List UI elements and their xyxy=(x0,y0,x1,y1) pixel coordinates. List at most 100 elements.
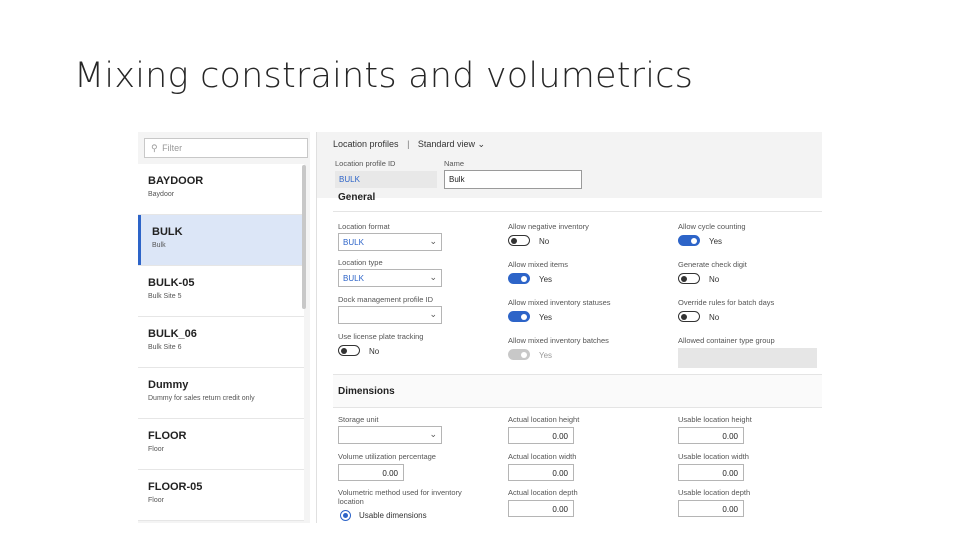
toggle-state: Yes xyxy=(539,351,553,360)
dock-management-field: Dock management profile ID ⌄ xyxy=(338,295,442,324)
dock-management-select[interactable]: ⌄ xyxy=(338,306,442,324)
list-item-dummy[interactable]: Dummy Dummy for sales return credit only xyxy=(138,368,304,419)
usable-width-field: Usable location width 0.00 xyxy=(678,452,749,481)
field-label: Location format xyxy=(338,222,390,231)
actual-width-field: Actual location width 0.00 xyxy=(508,452,576,481)
field-label: Storage unit xyxy=(338,415,379,424)
field-label: Usable location width xyxy=(678,452,749,461)
section-dimensions-title[interactable]: Dimensions xyxy=(338,386,395,397)
record-name: Bulk Site 6 xyxy=(148,344,182,351)
breadcrumb-page[interactable]: Location profiles xyxy=(333,139,399,149)
allow-mixed-batches-toggle[interactable] xyxy=(508,349,530,360)
record-list-pane: ⚲ Filter BAYDOOR Baydoor BULK Bulk BULK-… xyxy=(138,132,310,523)
license-plate-field: Use license plate tracking No xyxy=(338,332,498,357)
actual-width-input[interactable]: 0.00 xyxy=(508,464,574,481)
storage-unit-select[interactable]: ⌄ xyxy=(338,426,442,444)
record-name: Floor xyxy=(148,497,164,504)
allow-mixed-statuses-field: Allow mixed inventory statuses Yes xyxy=(508,298,668,323)
field-label: Actual location height xyxy=(508,415,580,424)
generate-check-digit-toggle[interactable] xyxy=(678,273,700,284)
record-name: Dummy for sales return credit only xyxy=(148,395,255,402)
actual-depth-input[interactable]: 0.00 xyxy=(508,500,574,517)
allowed-container-group-field: Allowed container type group xyxy=(678,336,820,368)
toggle-state: No xyxy=(369,347,380,356)
allow-negative-field: Allow negative inventory No xyxy=(508,222,668,247)
record-name: Bulk xyxy=(152,242,166,249)
field-label: Actual location width xyxy=(508,452,577,461)
toggle-knob xyxy=(521,351,527,358)
actual-height-field: Actual location height 0.00 xyxy=(508,415,579,444)
view-selector[interactable]: Standard view ⌄ xyxy=(418,139,485,149)
toggle-knob xyxy=(521,313,527,320)
select-value: BULK xyxy=(343,238,364,247)
select-value: BULK xyxy=(343,274,364,283)
chevron-down-icon: ⌄ xyxy=(429,429,437,439)
record-id: BULK_06 xyxy=(148,328,197,340)
volume-utilization-input[interactable]: 0.00 xyxy=(338,464,404,481)
chevron-down-icon: ⌄ xyxy=(429,309,437,319)
record-name: Bulk Site 5 xyxy=(148,293,182,300)
toggle-knob xyxy=(341,347,347,354)
field-label: Override rules for batch days xyxy=(678,298,775,307)
record-id: BULK-05 xyxy=(148,277,195,289)
allow-cycle-counting-field: Allow cycle counting Yes xyxy=(678,222,818,247)
section-dimensions-header[interactable] xyxy=(333,374,822,408)
actual-height-input[interactable]: 0.00 xyxy=(508,427,574,444)
allow-cycle-counting-toggle[interactable] xyxy=(678,235,700,246)
toggle-state: No xyxy=(709,275,720,284)
field-label: Actual location depth xyxy=(508,488,578,497)
record-id: BAYDOOR xyxy=(148,175,204,187)
storage-unit-field: Storage unit ⌄ xyxy=(338,415,442,444)
usable-dimensions-radio[interactable] xyxy=(340,510,351,521)
profile-id-field[interactable]: BULK xyxy=(335,171,437,188)
search-icon: ⚲ xyxy=(151,143,158,153)
toggle-knob xyxy=(511,237,517,244)
record-id: Dummy xyxy=(148,379,189,391)
name-field[interactable]: Bulk xyxy=(444,170,582,189)
list-item-bulk-05[interactable]: BULK-05 Bulk Site 5 xyxy=(138,266,304,317)
license-plate-toggle[interactable] xyxy=(338,345,360,356)
profile-id-label: Location profile ID xyxy=(335,159,396,168)
breadcrumb: Location profiles | Standard view ⌄ xyxy=(333,139,485,150)
section-general-title[interactable]: General xyxy=(338,192,375,203)
chevron-down-icon: ⌄ xyxy=(429,236,437,246)
allow-mixed-statuses-toggle[interactable] xyxy=(508,311,530,322)
list-item-floor-05[interactable]: FLOOR-05 Floor xyxy=(138,470,304,521)
toggle-knob xyxy=(681,313,687,320)
record-id: FLOOR xyxy=(148,430,187,442)
usable-height-input[interactable]: 0.00 xyxy=(678,427,744,444)
usable-depth-field: Usable location depth 0.00 xyxy=(678,488,750,517)
record-list: BAYDOOR Baydoor BULK Bulk BULK-05 Bulk S… xyxy=(138,164,304,521)
override-batch-days-field: Override rules for batch days No xyxy=(678,298,818,323)
toggle-state: No xyxy=(709,313,720,322)
filter-input[interactable]: ⚲ Filter xyxy=(144,138,308,158)
location-type-select[interactable]: BULK ⌄ xyxy=(338,269,442,287)
allow-mixed-items-toggle[interactable] xyxy=(508,273,530,284)
field-label: Allow mixed inventory statuses xyxy=(508,298,611,307)
usable-depth-input[interactable]: 0.00 xyxy=(678,500,744,517)
list-item-bulk-06[interactable]: BULK_06 Bulk Site 6 xyxy=(138,317,304,368)
list-item-floor[interactable]: FLOOR Floor xyxy=(138,419,304,470)
list-item-baydoor[interactable]: BAYDOOR Baydoor xyxy=(138,164,304,215)
allowed-container-group-input[interactable] xyxy=(678,348,817,368)
volumetric-method-field: Volumetric method used for inventory loc… xyxy=(338,488,488,522)
generate-check-digit-field: Generate check digit No xyxy=(678,260,818,285)
allow-negative-toggle[interactable] xyxy=(508,235,530,246)
slide-title: Mixing constraints and volumetrics xyxy=(74,56,694,96)
override-batch-days-toggle[interactable] xyxy=(678,311,700,322)
usable-width-input[interactable]: 0.00 xyxy=(678,464,744,481)
breadcrumb-separator: | xyxy=(407,139,410,149)
location-type-field: Location type BULK ⌄ xyxy=(338,258,442,287)
radio-label: Usable dimensions xyxy=(359,511,427,520)
location-format-field: Location format BULK ⌄ xyxy=(338,222,442,251)
location-format-select[interactable]: BULK ⌄ xyxy=(338,233,442,251)
toggle-state: Yes xyxy=(539,275,553,284)
usable-height-field: Usable location height 0.00 xyxy=(678,415,752,444)
field-label: Allow mixed inventory batches xyxy=(508,336,609,345)
allow-mixed-items-field: Allow mixed items Yes xyxy=(508,260,668,285)
list-item-bulk[interactable]: BULK Bulk xyxy=(138,215,304,266)
list-scrollbar[interactable] xyxy=(302,165,306,309)
field-label: Generate check digit xyxy=(678,260,747,269)
field-label: Use license plate tracking xyxy=(338,332,424,341)
record-name: Baydoor xyxy=(148,191,175,198)
